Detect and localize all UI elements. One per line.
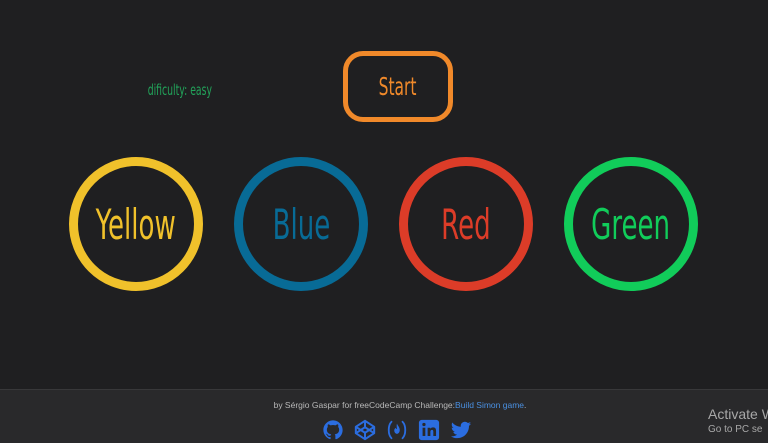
credit-suffix: . [524,400,527,410]
red-pad[interactable]: Red [399,157,533,291]
freecodecamp-link[interactable] [386,419,408,441]
activate-title: Activate W [708,406,768,422]
linkedin-icon [418,419,440,441]
start-button[interactable]: Start [343,51,453,122]
twitter-icon [450,421,472,439]
codepen-icon [354,419,376,441]
green-pad[interactable]: Green [564,157,698,291]
linkedin-link[interactable] [418,419,440,441]
difficulty-toggle[interactable]: dificulty: easy [128,80,232,100]
freecodecamp-icon [387,420,407,440]
codepen-link[interactable] [354,419,376,441]
build-simon-game-link[interactable]: Build Simon game [455,400,524,410]
blue-pad-label: Blue [272,199,330,249]
github-icon [323,420,343,440]
windows-activation-watermark: Activate W Go to PC se [708,405,768,436]
yellow-pad[interactable]: Yellow [69,157,203,291]
activate-subtitle: Go to PC se [708,424,763,435]
green-pad-label: Green [591,199,671,249]
twitter-link[interactable] [450,419,472,441]
difficulty-label: dificulty: easy [147,81,213,99]
yellow-pad-label: Yellow [95,199,177,249]
red-pad-label: Red [441,199,491,249]
blue-pad[interactable]: Blue [234,157,368,291]
footer: by Sérgio Gaspar for freeCodeCamp Challe… [0,389,768,443]
github-link[interactable] [322,419,344,441]
credit-line: by Sérgio Gaspar for freeCodeCamp Challe… [0,400,768,410]
credit-prefix: by Sérgio Gaspar for freeCodeCamp Challe… [273,400,456,410]
start-label: Start [379,72,417,101]
simon-game-app: dificulty: easy Start Yellow Blue Red Gr… [0,0,768,443]
social-links [322,419,472,441]
